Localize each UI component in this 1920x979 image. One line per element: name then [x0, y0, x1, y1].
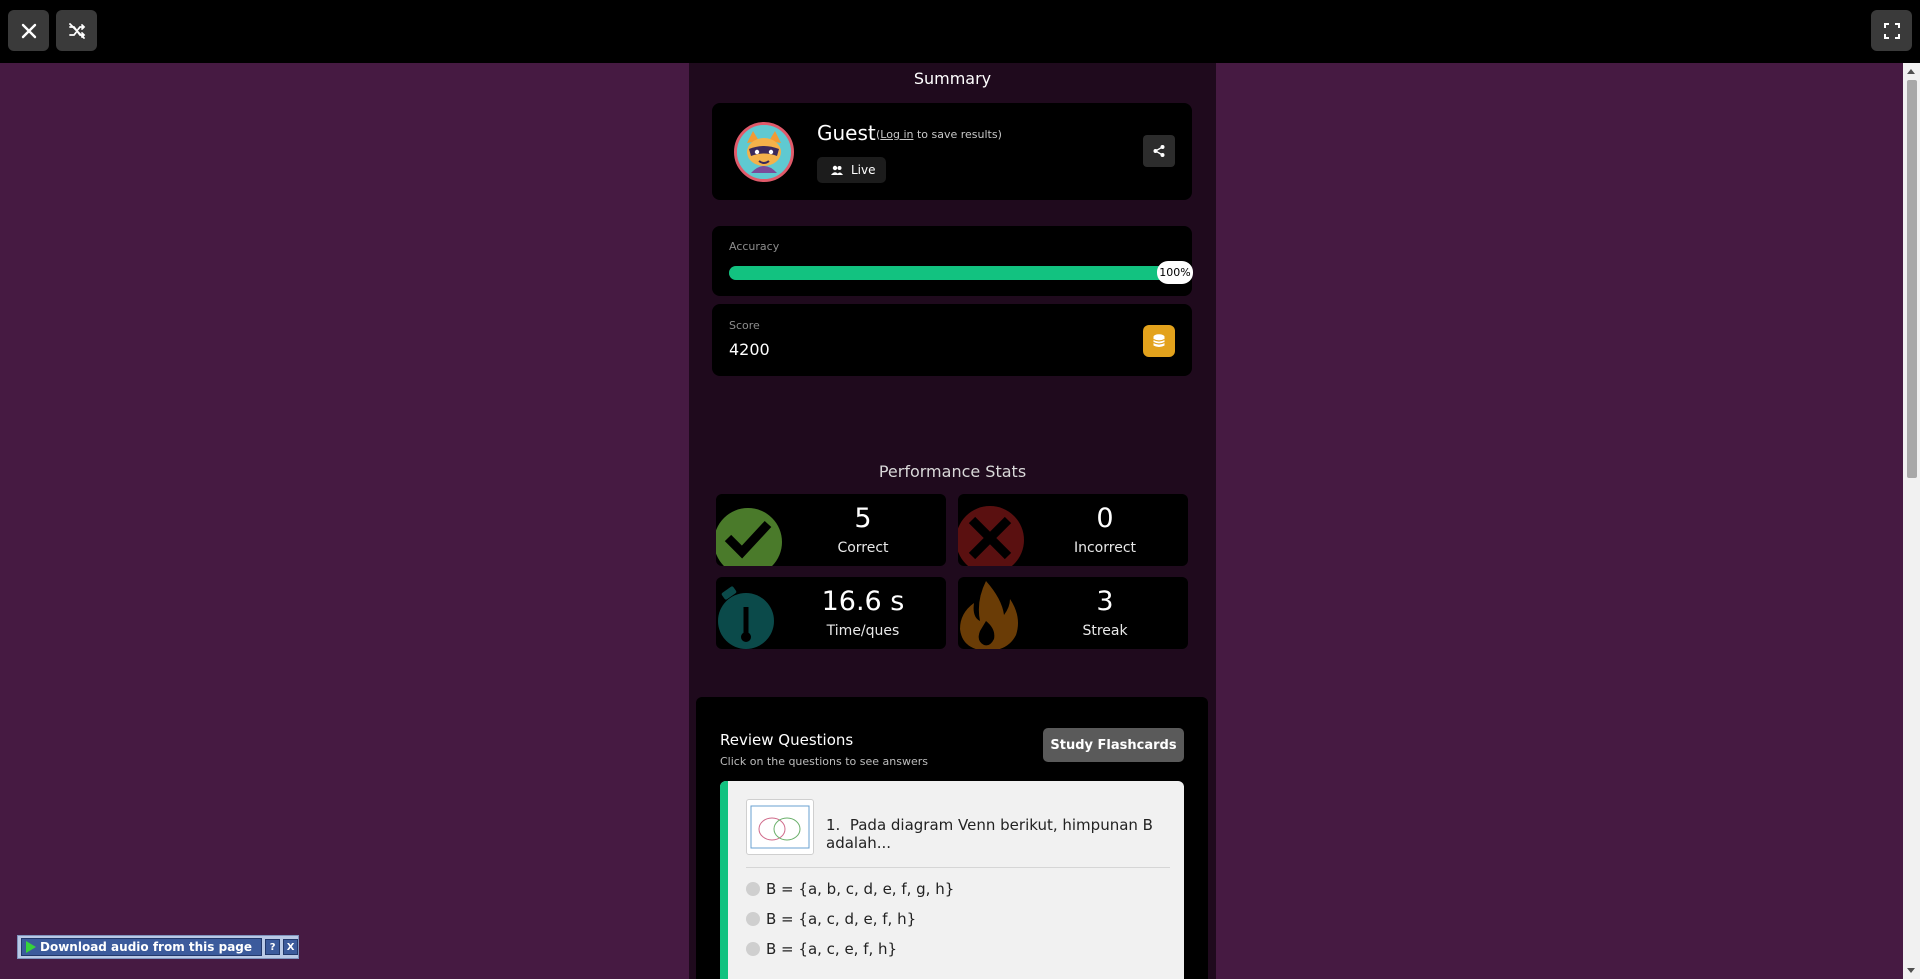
stat-time: 16.6 s Time/ques [716, 577, 946, 649]
correct-count: 5 [854, 503, 872, 534]
review-title: Review Questions [720, 731, 854, 749]
performance-stats-title: Performance Stats [878, 462, 1027, 481]
download-audio-button[interactable]: Download audio from this page [21, 938, 263, 956]
accuracy-card: Accuracy 100% [712, 226, 1193, 296]
correct-accent-bar [720, 781, 728, 979]
stat-streak: 3 Streak [958, 577, 1188, 649]
avatar [734, 122, 794, 182]
share-icon [1153, 145, 1165, 157]
profile-card: Guest (Log in to save results) Live [712, 103, 1192, 200]
option-text: B = {a, c, e, f, h} [766, 940, 898, 958]
correct-label: Correct [837, 540, 889, 556]
accuracy-bar-fill [729, 266, 1173, 280]
question-text: 1. Pada diagram Venn berikut, himpunan B… [826, 816, 1166, 852]
cross-icon [958, 506, 1024, 566]
answer-option[interactable]: B = {a, c, d, e, f, h} [746, 910, 916, 928]
scroll-down-arrow-icon[interactable] [1907, 968, 1915, 973]
coins-button[interactable] [1143, 325, 1175, 357]
question-divider [746, 867, 1170, 868]
close-download-bar-button[interactable]: X [283, 939, 299, 955]
stat-correct: 5 Correct [716, 494, 946, 566]
fullscreen-icon [1883, 22, 1900, 39]
option-text: B = {a, b, c, d, e, f, g, h} [766, 880, 955, 898]
radio-icon [746, 912, 760, 926]
radio-icon [746, 882, 760, 896]
download-audio-bar: Download audio from this page ? X [17, 935, 299, 959]
download-audio-label: Download audio from this page [40, 940, 253, 954]
help-button[interactable]: ? [265, 939, 281, 955]
score-label: Score [729, 319, 760, 332]
close-icon [21, 23, 36, 38]
question-number: 1. [826, 816, 841, 834]
stat-incorrect: 0 Incorrect [958, 494, 1188, 566]
study-flashcards-button[interactable]: Study Flashcards [1043, 728, 1184, 762]
login-link[interactable]: Log in [880, 128, 913, 141]
flame-icon [960, 581, 1018, 649]
top-bar [0, 0, 1920, 63]
accuracy-bar [729, 266, 1173, 280]
play-icon [26, 941, 36, 953]
score-card: Score 4200 [712, 304, 1192, 376]
login-suffix: to save results) [913, 128, 1002, 141]
question-image [746, 799, 814, 855]
stopwatch-icon [718, 586, 774, 649]
incorrect-count: 0 [1096, 503, 1114, 534]
fullscreen-button[interactable] [1871, 10, 1912, 51]
mode-label: Live [851, 163, 876, 177]
scrollbar-thumb[interactable] [1907, 80, 1917, 478]
users-icon [831, 165, 843, 175]
player-name: Guest [817, 121, 876, 145]
score-value: 4200 [729, 340, 770, 359]
coins-icon [1153, 334, 1165, 347]
close-button[interactable] [8, 10, 49, 51]
question-body: Pada diagram Venn berikut, himpunan B ad… [826, 816, 1153, 852]
streak-count: 3 [1096, 586, 1114, 617]
streak-label: Streak [1082, 623, 1128, 639]
question-card[interactable]: 1. Pada diagram Venn berikut, himpunan B… [720, 781, 1184, 979]
mode-badge: Live [817, 157, 886, 183]
option-text: B = {a, c, d, e, f, h} [766, 910, 917, 928]
scroll-up-arrow-icon[interactable] [1907, 69, 1915, 74]
share-button[interactable] [1143, 135, 1175, 167]
incorrect-label: Incorrect [1073, 540, 1137, 556]
radio-icon [746, 942, 760, 956]
accuracy-label: Accuracy [729, 240, 780, 253]
check-icon [716, 508, 782, 566]
answer-option[interactable]: B = {a, c, e, f, h} [746, 940, 897, 958]
page-title: Summary [913, 69, 992, 88]
login-note: (Log in to save results) [876, 128, 1002, 141]
time-per-question: 16.6 s [821, 586, 905, 617]
review-subtitle: Click on the questions to see answers [720, 755, 928, 768]
summary-column: Summary Guest (Log in to save results) L… [689, 63, 1216, 979]
answer-option[interactable]: B = {a, b, c, d, e, f, g, h} [746, 880, 954, 898]
page-scrollbar[interactable] [1903, 63, 1920, 979]
raccoon-avatar-icon [737, 125, 791, 179]
time-label: Time/ques [826, 623, 900, 639]
review-questions-panel: Review Questions Click on the questions … [696, 697, 1208, 979]
accuracy-value: 100% [1157, 261, 1193, 284]
shuffle-off-icon [68, 22, 85, 39]
venn-diagram-icon [750, 805, 810, 849]
music-toggle-button[interactable] [56, 10, 97, 51]
